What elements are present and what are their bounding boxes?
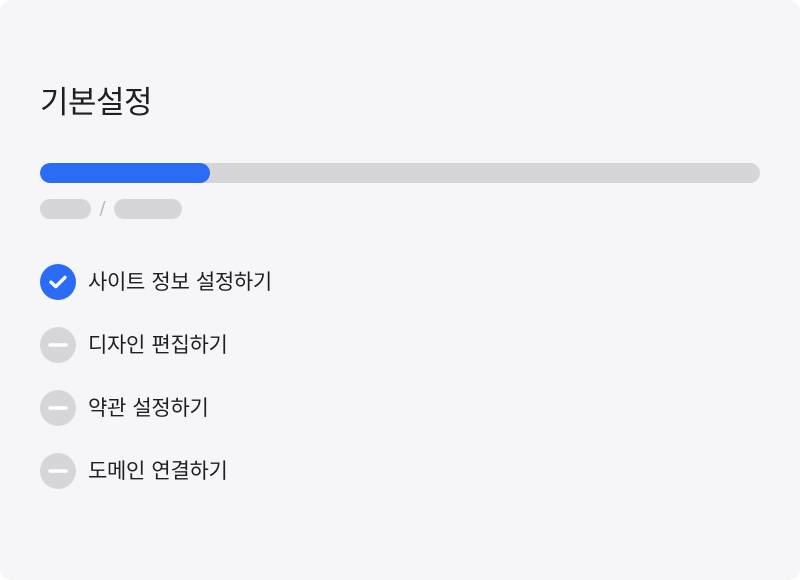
minus-circle-icon: [40, 390, 76, 426]
setup-progress-fill: [40, 163, 210, 183]
step-design-edit[interactable]: 디자인 편집하기: [40, 327, 272, 363]
step-label: 사이트 정보 설정하기: [88, 270, 272, 294]
step-domain-connect[interactable]: 도메인 연결하기: [40, 453, 272, 489]
counter-separator: /: [99, 198, 106, 219]
step-label: 약관 설정하기: [88, 396, 209, 420]
setup-progress-bar: [40, 163, 760, 183]
minus-circle-icon: [40, 327, 76, 363]
completed-count-placeholder: [40, 199, 91, 219]
setup-step-list: 사이트 정보 설정하기 디자인 편집하기 약관 설정하기 도메인 연결하기: [40, 264, 272, 516]
step-label: 디자인 편집하기: [88, 333, 228, 357]
step-terms-settings[interactable]: 약관 설정하기: [40, 390, 272, 426]
step-label: 도메인 연결하기: [88, 459, 228, 483]
page-title: 기본설정: [40, 85, 153, 121]
minus-circle-icon: [40, 453, 76, 489]
setup-card: 기본설정 / 사이트 정보 설정하기 디자인 편집하기 약관 설정하기 도메인 …: [0, 0, 800, 580]
total-count-placeholder: [114, 199, 182, 219]
check-circle-icon: [40, 264, 76, 300]
step-site-info[interactable]: 사이트 정보 설정하기: [40, 264, 272, 300]
step-counter-placeholder: /: [40, 198, 182, 220]
